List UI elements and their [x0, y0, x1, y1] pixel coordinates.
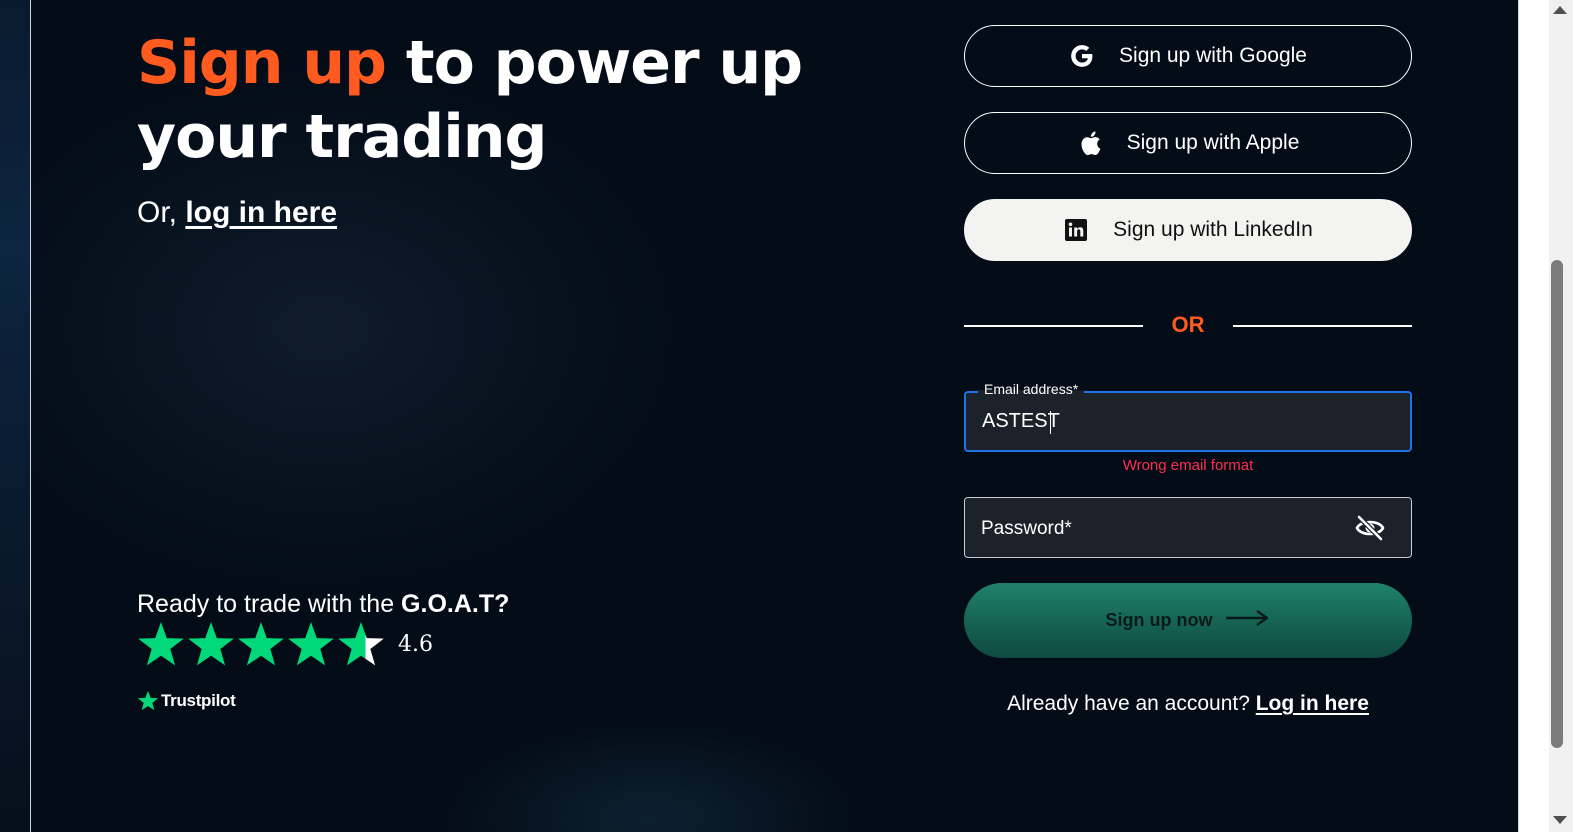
apple-icon [1077, 130, 1103, 156]
trustpilot-logo: Trustpilot [137, 689, 236, 713]
rating-star-icon [338, 622, 384, 666]
star-rating-graphic [138, 622, 384, 666]
eye-slash-icon[interactable] [1355, 514, 1385, 542]
trustpilot-label: Trustpilot [161, 691, 236, 710]
ready-text: Ready to trade with the [137, 590, 402, 618]
page-title: Sign up to power up your trading [137, 26, 837, 174]
ready-bold: G.O.A.T? [401, 590, 510, 618]
headline-accent: Sign up [137, 28, 387, 98]
or-prefix: Or, [137, 196, 186, 229]
apple-signup-button[interactable]: Sign up with Apple [964, 112, 1412, 174]
apple-signup-label: Sign up with Apple [1126, 131, 1300, 154]
email-input[interactable] [982, 410, 1382, 433]
linkedin-signup-button[interactable]: Sign up with LinkedIn [964, 199, 1412, 261]
arrow-right-icon [1224, 609, 1270, 632]
divider-line-right [1233, 325, 1412, 327]
text-caret [1050, 411, 1051, 434]
signup-submit-button[interactable]: Sign up now [964, 583, 1412, 658]
email-label: Email address* [978, 381, 1085, 397]
alternate-login: Or, log in here [137, 196, 337, 230]
rating-star-icon [288, 622, 334, 666]
rating-value: 4.6 [398, 632, 433, 657]
submit-label: Sign up now [1105, 610, 1213, 630]
rating-stars [137, 621, 387, 669]
password-input[interactable] [981, 518, 1321, 540]
google-signup-button[interactable]: Sign up with Google [964, 25, 1412, 87]
google-signup-label: Sign up with Google [1119, 44, 1307, 67]
google-icon [1069, 43, 1095, 69]
already-have-account: Already have an account? Log in here [964, 692, 1412, 716]
ready-to-trade: Ready to trade with the G.O.A.T? [137, 590, 509, 619]
star-icon [137, 690, 159, 711]
or-divider: OR [964, 309, 1412, 343]
page-margin [1519, 0, 1549, 832]
rating-star-icon [188, 622, 234, 666]
page-background-edge [0, 0, 31, 832]
already-text: Already have an account? [1007, 692, 1256, 715]
password-field[interactable] [964, 497, 1412, 558]
footer-login-link[interactable]: Log in here [1256, 692, 1369, 715]
scroll-up-arrow-icon[interactable] [1553, 6, 1567, 14]
rating-star-icon [238, 622, 284, 666]
linkedin-signup-label: Sign up with LinkedIn [1113, 218, 1313, 241]
scrollbar-thumb[interactable] [1551, 260, 1563, 748]
email-field[interactable]: Email address* [964, 381, 1412, 452]
rating-star-icon [138, 622, 184, 666]
email-error-message: Wrong email format [1122, 457, 1254, 474]
linkedin-icon [1063, 217, 1089, 243]
scrollbar[interactable] [1549, 0, 1573, 832]
hero-login-link[interactable]: log in here [185, 196, 337, 229]
scroll-down-arrow-icon[interactable] [1553, 816, 1567, 824]
